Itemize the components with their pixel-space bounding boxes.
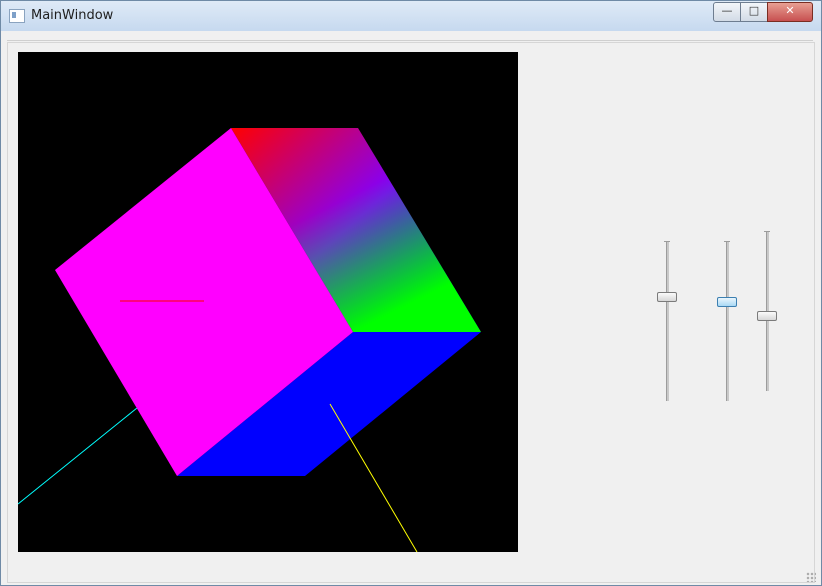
slider-tick-top <box>764 231 770 232</box>
close-button[interactable]: ✕ <box>767 2 813 22</box>
app-window-icon <box>9 9 25 23</box>
slider-handle[interactable] <box>757 311 777 321</box>
cyan-axis-line <box>18 407 138 505</box>
slider-groove <box>726 241 729 401</box>
vertical-slider-3[interactable] <box>757 231 777 391</box>
slider-tick-top <box>724 241 730 242</box>
minimize-button[interactable]: — <box>713 2 741 22</box>
opengl-cube-view[interactable] <box>18 52 518 552</box>
cube-scene <box>18 128 481 552</box>
menu-bar[interactable] <box>7 32 813 41</box>
slider-handle[interactable] <box>717 297 737 307</box>
maximize-button[interactable]: □ <box>740 2 768 22</box>
vertical-slider-1[interactable] <box>657 241 677 401</box>
title-bar[interactable]: MainWindow — □ ✕ <box>1 1 821 31</box>
window-title: MainWindow <box>31 8 114 23</box>
yellow-axis-line <box>329 403 418 552</box>
vertical-slider-2[interactable] <box>717 241 737 401</box>
slider-handle[interactable] <box>657 292 677 302</box>
slider-groove <box>666 241 669 401</box>
slider-tick-top <box>664 241 670 242</box>
size-grip[interactable] <box>806 572 816 582</box>
